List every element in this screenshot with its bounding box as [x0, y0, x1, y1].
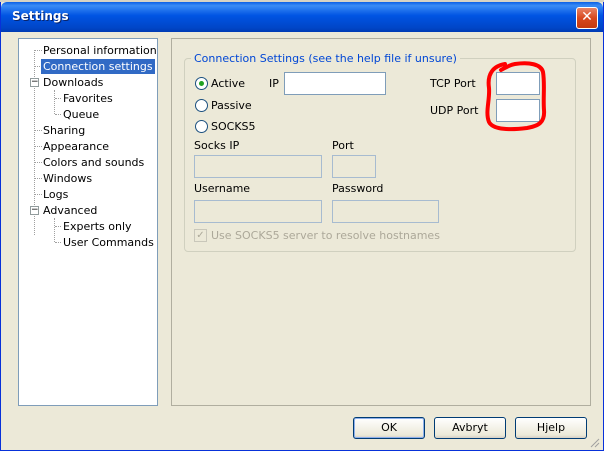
tree-item-user-commands[interactable]: User Commands	[61, 235, 156, 250]
downloads-expander-icon[interactable]: −	[30, 78, 39, 87]
tree-item-advanced[interactable]: Advanced	[41, 203, 99, 218]
tree-item-appearance[interactable]: Appearance	[41, 139, 111, 154]
cancel-button[interactable]: Avbryt	[434, 417, 506, 439]
group-title: Connection Settings (see the help file i…	[191, 52, 460, 65]
advanced-expander-icon[interactable]: −	[30, 206, 39, 215]
socks-ip-label: Socks IP	[194, 139, 240, 152]
socks5-radio-label[interactable]: SOCKS5	[211, 120, 256, 133]
window-title: Settings	[12, 9, 69, 23]
passive-radio-label[interactable]: Passive	[211, 99, 252, 112]
socks5-radio-icon[interactable]	[195, 120, 208, 133]
resize-grip-icon[interactable]	[588, 436, 600, 448]
title-bar[interactable]: Settings ✕	[1, 2, 603, 32]
checkmark-icon[interactable]: ✓	[194, 229, 207, 242]
tree-item-sharing[interactable]: Sharing	[41, 123, 87, 138]
socks-ip-input[interactable]	[194, 155, 322, 178]
tree-item-colors-and-sounds[interactable]: Colors and sounds	[41, 155, 146, 170]
passive-radio-icon[interactable]	[195, 99, 208, 112]
password-label: Password	[332, 182, 384, 195]
active-radio-icon[interactable]	[195, 77, 208, 90]
ip-label: IP	[269, 77, 279, 90]
ok-button[interactable]: OK	[353, 417, 425, 439]
tree-item-downloads[interactable]: Downloads	[41, 75, 105, 90]
settings-tree[interactable]: − − Personal information Connection sett…	[18, 38, 158, 406]
ip-input[interactable]	[284, 72, 386, 95]
active-radio-label[interactable]: Active	[211, 77, 245, 90]
tree-connector	[54, 218, 55, 242]
tree-item-personal-information[interactable]: Personal information	[41, 43, 159, 58]
tree-item-logs[interactable]: Logs	[41, 187, 70, 202]
socks-port-input[interactable]	[332, 155, 376, 178]
tree-item-windows[interactable]: Windows	[41, 171, 94, 186]
resolve-hostnames-label[interactable]: Use SOCKS5 server to resolve hostnames	[211, 229, 440, 242]
tcp-port-label: TCP Port	[430, 77, 476, 90]
tree-connector	[54, 90, 55, 114]
close-icon: ✕	[581, 9, 593, 25]
help-button[interactable]: Hjelp	[515, 417, 587, 439]
tree-item-queue[interactable]: Queue	[61, 107, 101, 122]
tree-item-favorites[interactable]: Favorites	[61, 91, 115, 106]
close-button[interactable]: ✕	[576, 7, 598, 29]
socks-port-label: Port	[332, 139, 354, 152]
red-annotation-scribble	[485, 61, 547, 132]
tree-item-experts-only[interactable]: Experts only	[61, 219, 134, 234]
password-input[interactable]	[332, 200, 439, 223]
username-label: Username	[194, 182, 251, 195]
udp-port-label: UDP Port	[430, 104, 479, 117]
username-input[interactable]	[194, 200, 322, 223]
tree-item-connection-settings[interactable]: Connection settings	[41, 59, 155, 74]
